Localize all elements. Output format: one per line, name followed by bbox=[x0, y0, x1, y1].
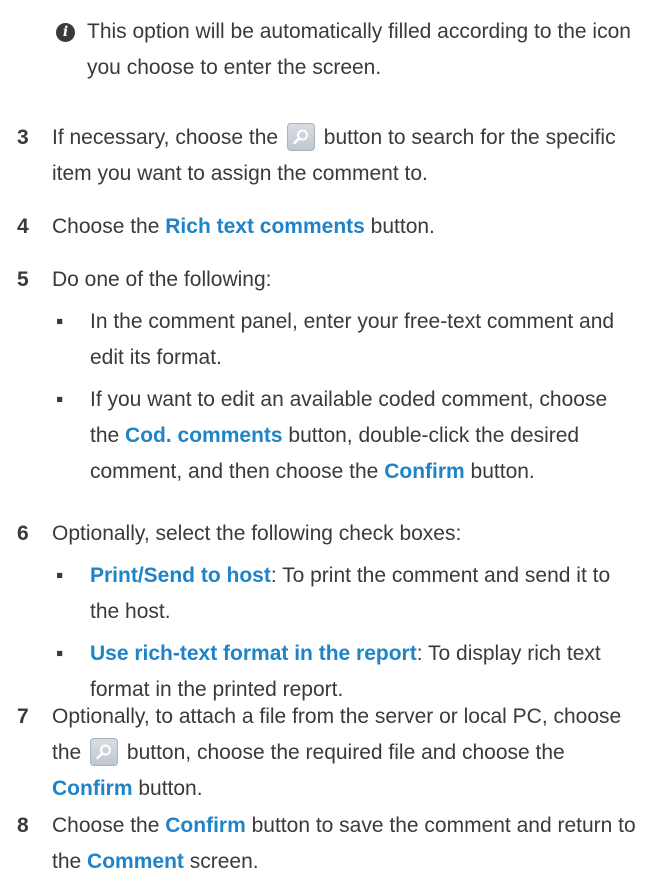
bullet-list: ▪ In the comment panel, enter your free-… bbox=[52, 304, 642, 490]
step-number: 3 bbox=[17, 126, 29, 149]
list-item: ▪ If you want to edit an available coded… bbox=[52, 382, 642, 490]
magnifier-icon bbox=[90, 738, 119, 766]
step-number: 4 bbox=[17, 215, 29, 238]
square-bullet: ▪ bbox=[56, 564, 64, 587]
step-4: 4 Choose the Rich text comments button. bbox=[0, 209, 653, 245]
step-number: 8 bbox=[17, 814, 29, 837]
step-number: 6 bbox=[17, 522, 29, 545]
square-bullet: ▪ bbox=[56, 642, 64, 665]
print-send-to-host-checkbox-ref: Print/Send to host bbox=[90, 564, 271, 587]
confirm-button-ref: Confirm bbox=[52, 777, 133, 800]
step-3: 3 If necessary, choose the button to sea… bbox=[0, 120, 653, 192]
step-text: Choose the Confirm button to save the co… bbox=[52, 814, 636, 873]
step-number: 5 bbox=[17, 268, 29, 291]
confirm-button-ref: Confirm bbox=[165, 814, 246, 837]
bullet-list: ▪ Print/Send to host: To print the comme… bbox=[52, 558, 642, 708]
list-item: ▪ In the comment panel, enter your free-… bbox=[52, 304, 642, 376]
step-6: 6 Optionally, select the following check… bbox=[0, 516, 653, 708]
step-7: 7 Optionally, to attach a file from the … bbox=[0, 699, 653, 807]
step-text: If necessary, choose the button to searc… bbox=[52, 120, 642, 192]
list-item: ▪ Print/Send to host: To print the comme… bbox=[52, 558, 642, 630]
info-note: i This option will be automatically fill… bbox=[40, 14, 640, 86]
step-text: Choose the Rich text comments button. bbox=[52, 215, 435, 238]
step-text: Optionally, select the following check b… bbox=[52, 516, 642, 708]
rich-text-comments-button-ref: Rich text comments bbox=[165, 215, 365, 238]
confirm-button-ref: Confirm bbox=[384, 460, 465, 483]
step-5: 5 Do one of the following: ▪ In the comm… bbox=[0, 262, 653, 490]
comment-screen-ref: Comment bbox=[87, 850, 184, 873]
cod-comments-button-ref: Cod. comments bbox=[125, 424, 283, 447]
step-8: 8 Choose the Confirm button to save the … bbox=[0, 808, 653, 880]
square-bullet: ▪ bbox=[56, 310, 64, 333]
manual-page: i This option will be automatically fill… bbox=[0, 0, 653, 886]
step-text: Do one of the following: ▪ In the commen… bbox=[52, 262, 642, 490]
step-number: 7 bbox=[17, 705, 29, 728]
magnifier-icon bbox=[286, 123, 315, 151]
note-text: This option will be automatically filled… bbox=[87, 20, 631, 79]
info-icon: i bbox=[56, 23, 75, 42]
step-text: Optionally, to attach a file from the se… bbox=[52, 705, 622, 800]
rich-text-format-checkbox-ref: Use rich-text format in the report bbox=[90, 642, 417, 665]
list-item: ▪ Use rich-text format in the report: To… bbox=[52, 636, 642, 708]
square-bullet: ▪ bbox=[56, 388, 64, 411]
